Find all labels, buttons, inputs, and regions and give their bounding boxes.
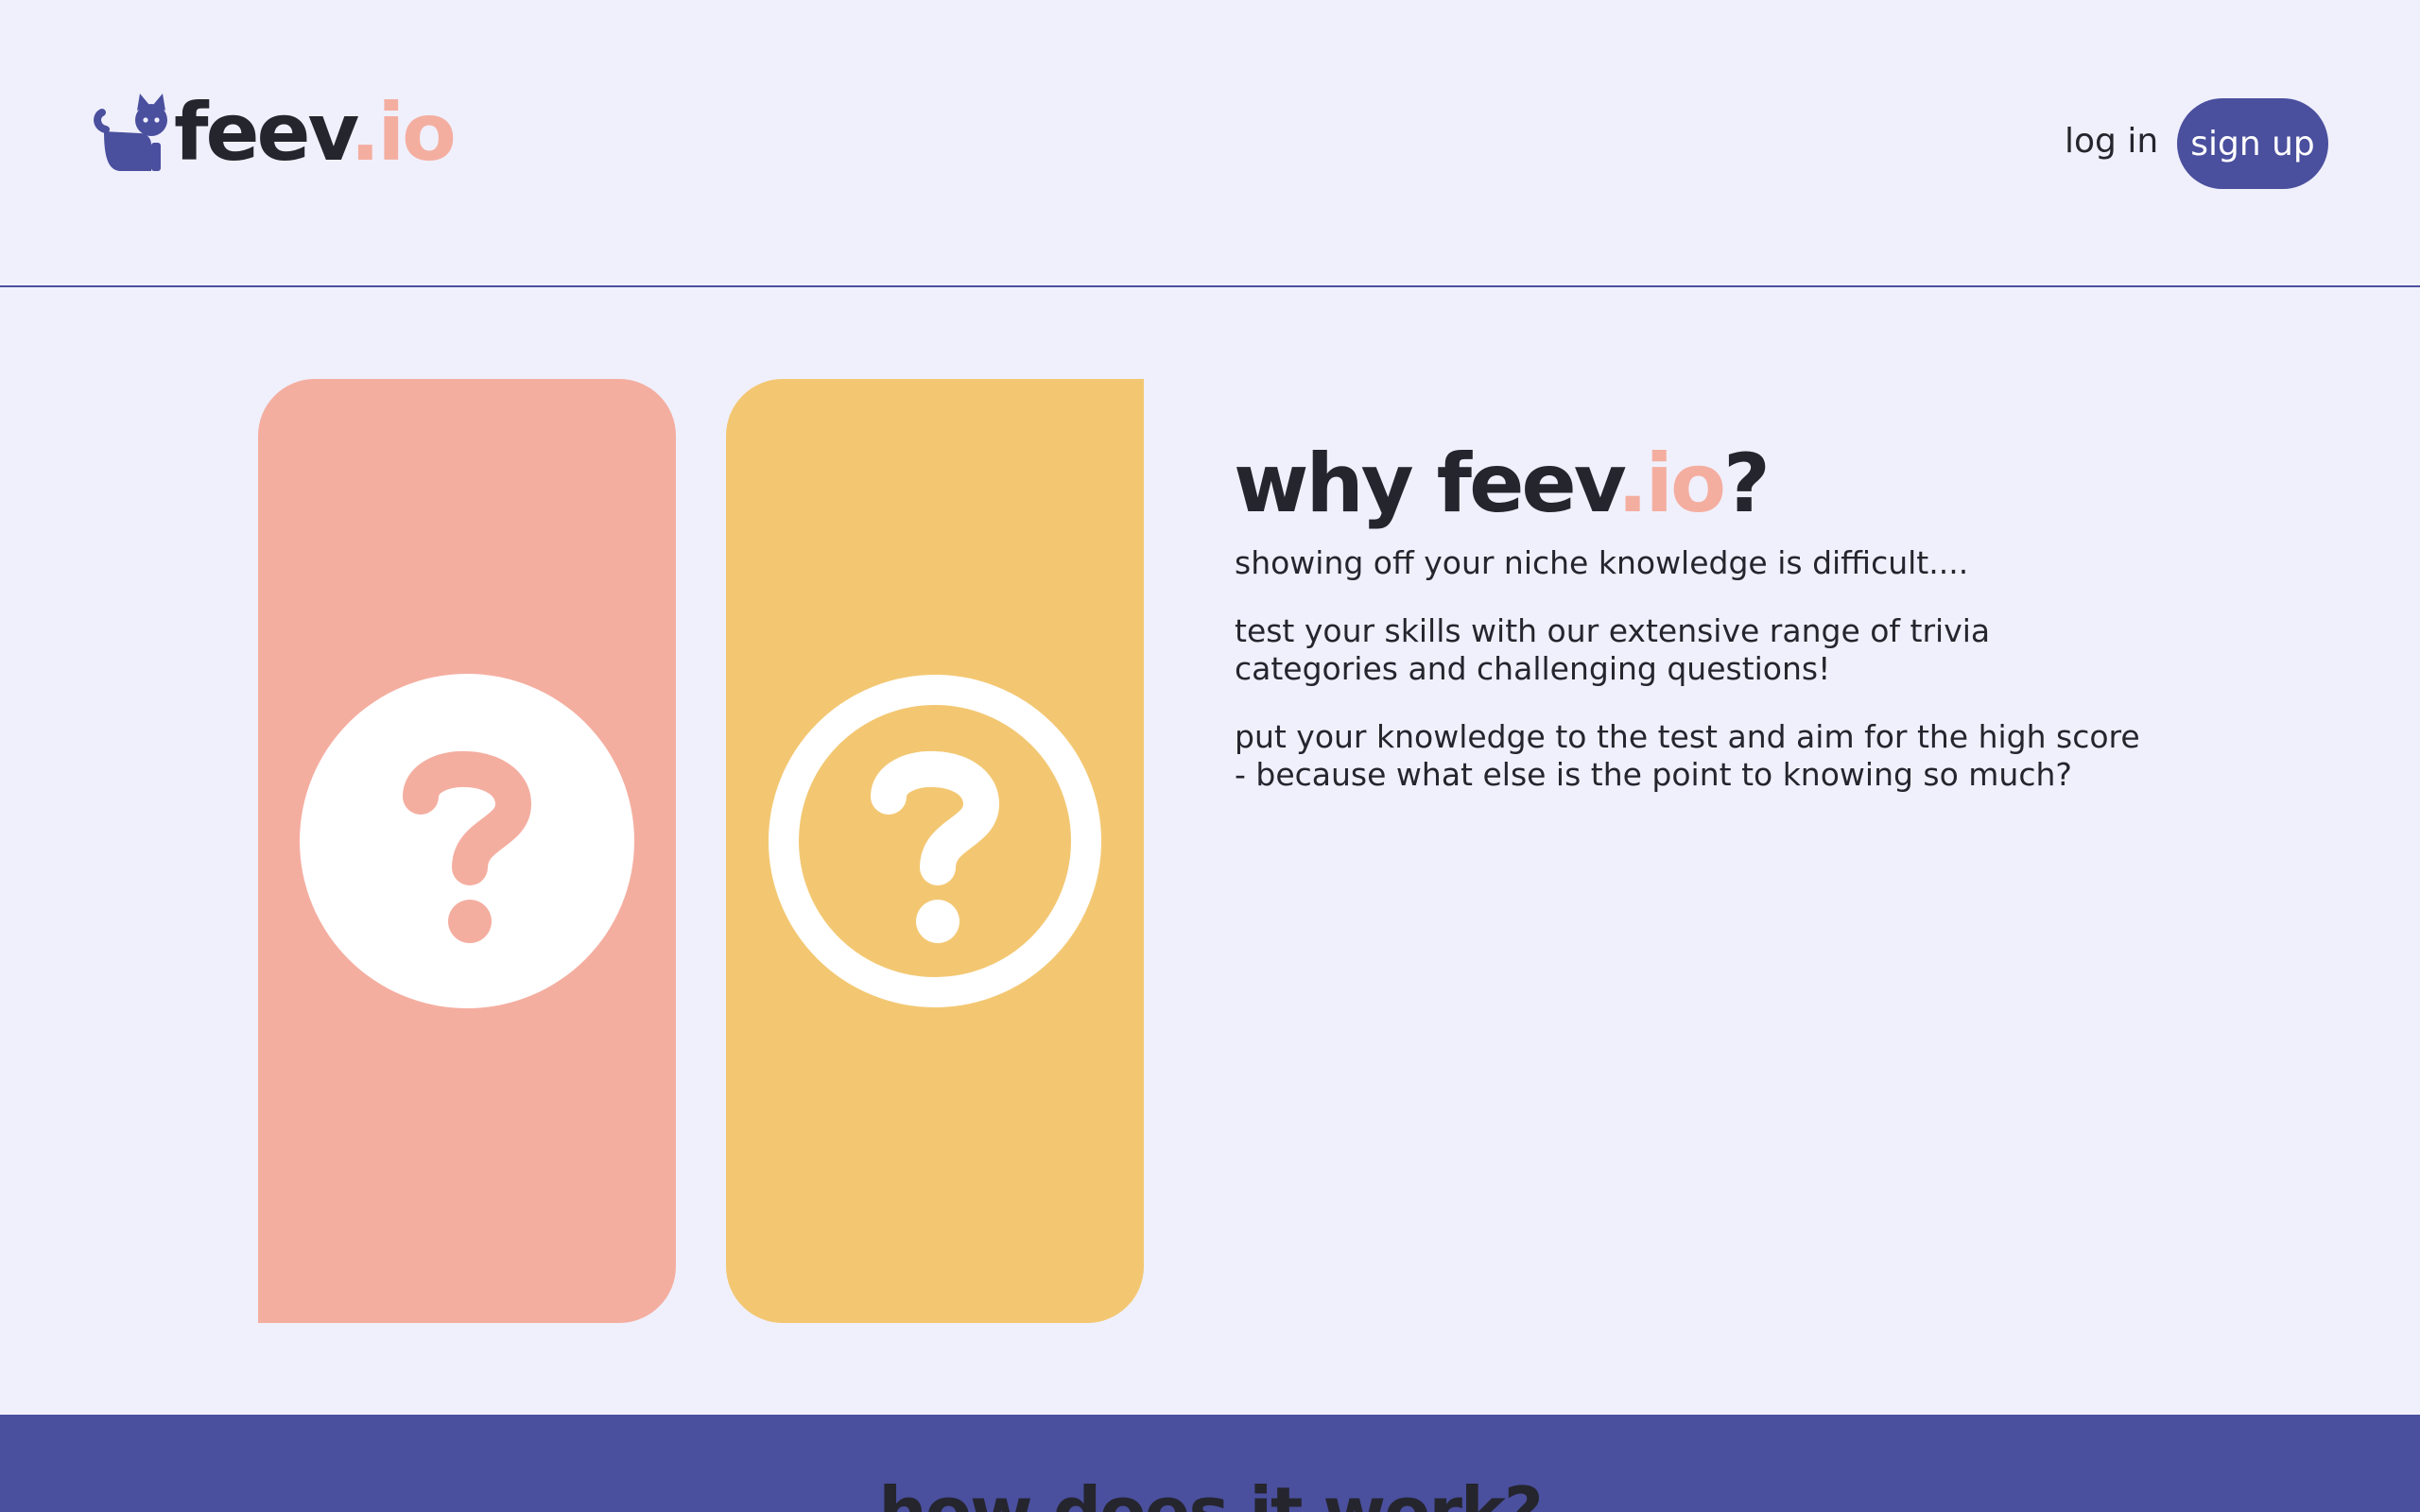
why-paragraph-3: put your knowledge to the test and aim f… xyxy=(1235,718,2140,793)
landing-page: feev.io log in sign up why feev.io? show… xyxy=(0,0,2420,1512)
logo-text: feev.io xyxy=(174,93,457,172)
why-paragraph-1: showing off your niche knowledge is diff… xyxy=(1235,544,1969,581)
how-it-works-section: how does it work? xyxy=(0,1415,2420,1512)
how-it-works-heading: how does it work? xyxy=(878,1472,1543,1512)
logo-text-main: feev xyxy=(174,86,353,179)
why-heading-accent: .io xyxy=(1616,437,1726,531)
logo-link[interactable]: feev.io xyxy=(93,85,457,180)
why-heading: why feev.io? xyxy=(1234,437,1771,531)
why-paragraph-2: test your skills with our extensive rang… xyxy=(1235,612,1991,687)
why-heading-prefix: why feev xyxy=(1234,437,1620,531)
site-header: feev.io log in sign up xyxy=(0,0,2420,287)
question-circle-filled-icon xyxy=(300,674,634,1008)
why-heading-suffix: ? xyxy=(1723,437,1771,531)
signup-button[interactable]: sign up xyxy=(2177,98,2328,189)
question-circle-outline-icon xyxy=(769,675,1101,1007)
login-link[interactable]: log in xyxy=(2065,117,2158,166)
feature-card-pink xyxy=(258,379,676,1323)
feature-card-yellow xyxy=(726,379,1144,1323)
cat-icon xyxy=(94,94,167,171)
logo-text-accent: .io xyxy=(350,86,456,179)
